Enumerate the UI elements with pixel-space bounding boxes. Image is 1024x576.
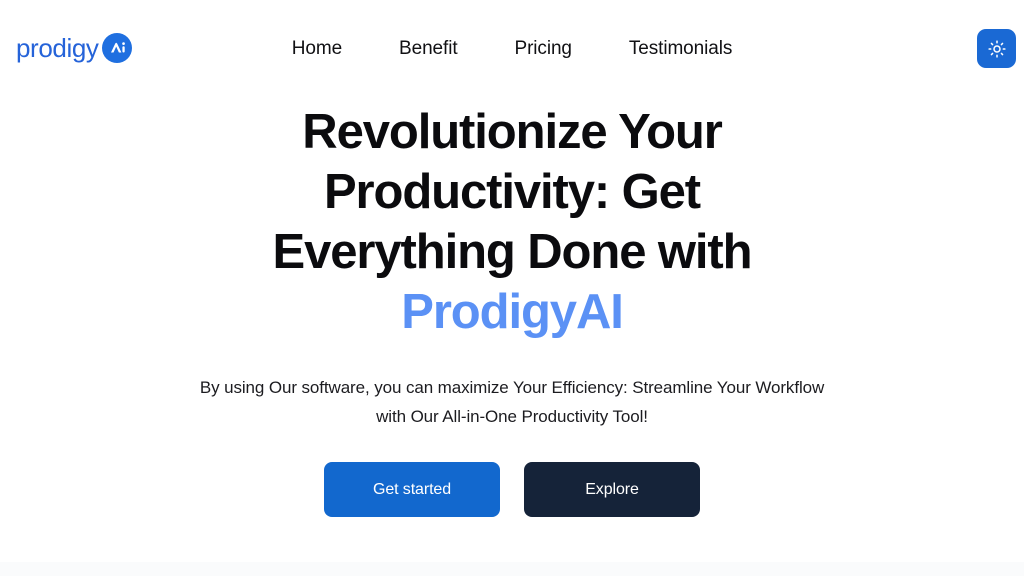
hero-heading-line-3: Everything Done with [272,225,753,279]
hero-section: Revolutionize Your Productivity: Get Eve… [0,96,1024,517]
nav-item-pricing[interactable]: Pricing [515,39,572,58]
brand-wordmark: prodigy [16,33,99,63]
brand-logo[interactable]: prodigy [16,33,133,63]
hero-heading-accent: ProdigyAI [401,285,624,339]
hero-cta-group: Get started Explore [0,462,1024,517]
hero-heading-line-2: Productivity: Get [323,165,701,219]
get-started-button[interactable]: Get started [324,462,500,517]
theme-toggle-button[interactable] [977,29,1016,68]
hero-subtitle: By using Our software, you can maximize … [199,378,825,426]
nav-item-benefit[interactable]: Benefit [399,39,458,58]
ai-circle-icon [102,33,133,63]
next-section-band [0,562,1024,576]
explore-button[interactable]: Explore [524,462,700,517]
nav-item-testimonials[interactable]: Testimonials [629,39,732,58]
hero-heading: Revolutionize Your Productivity: Get Eve… [232,96,792,342]
nav-item-home[interactable]: Home [292,39,342,58]
sun-icon [987,39,1006,58]
hero-heading-line-1: Revolutionize Your [302,105,723,159]
site-header: prodigy Home Benefit Pricing Testimonial… [0,0,1024,96]
main-navigation: Home Benefit Pricing Testimonials [0,0,1024,96]
